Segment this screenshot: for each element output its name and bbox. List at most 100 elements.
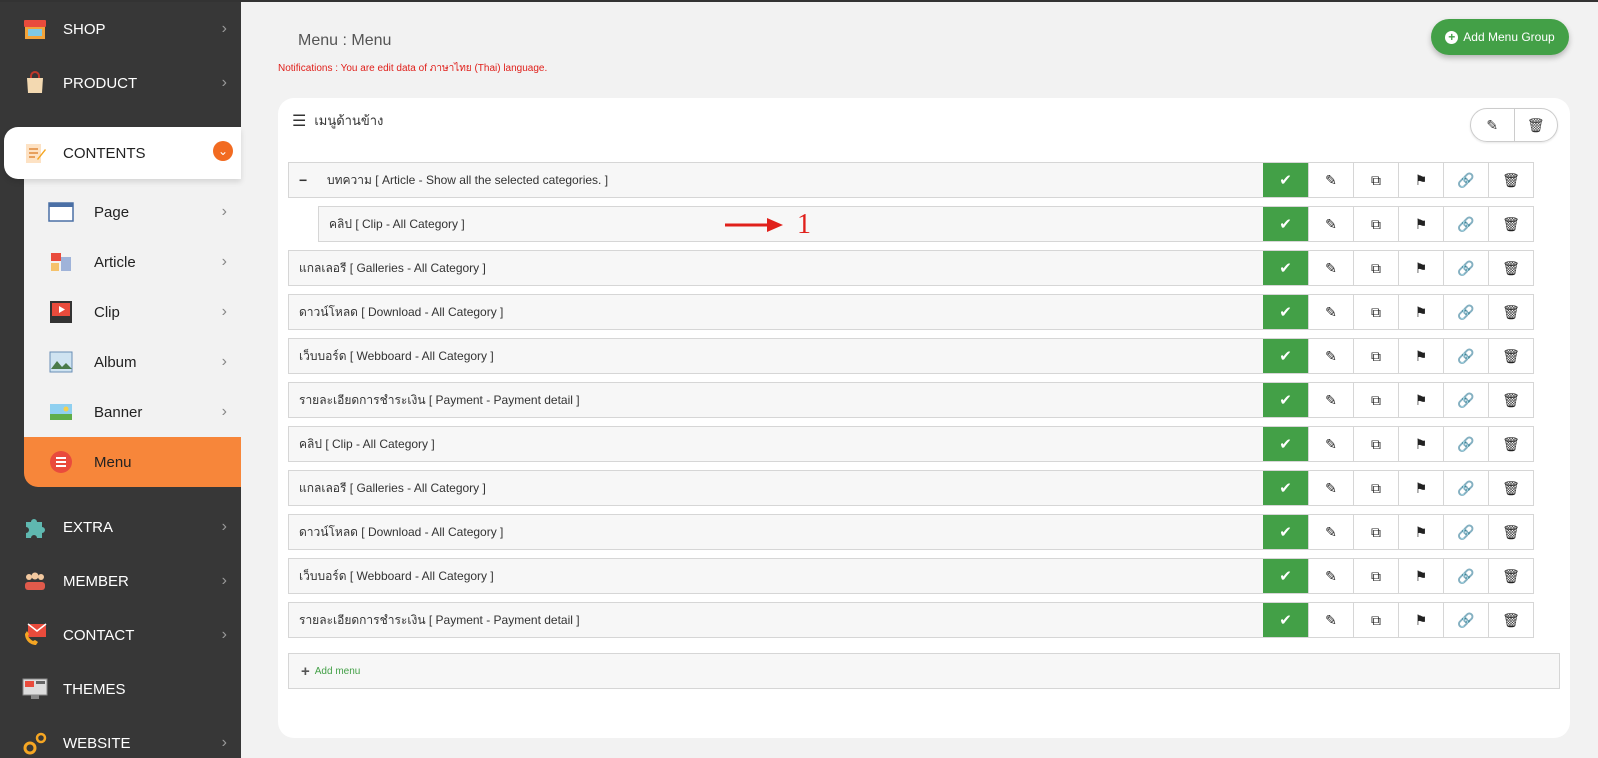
link-icon[interactable]: 🔗 <box>1443 383 1488 417</box>
menu-row[interactable]: รายละเอียดการชำระเงิน [ Payment - Paymen… <box>288 382 1534 418</box>
edit-pencil-icon[interactable]: ✎ <box>1308 339 1353 373</box>
sidebar-item-extra[interactable]: EXTRA › <box>0 500 241 554</box>
trash-icon[interactable]: 🗑 <box>1488 339 1533 373</box>
chevron-down-icon[interactable]: ⌄ <box>213 141 233 161</box>
menu-row[interactable]: คลิป [ Clip - All Category ] ✔ ✎ ⧉ ⚑ 🔗 🗑 <box>288 426 1534 462</box>
sidebar-item-member[interactable]: MEMBER › <box>0 554 241 608</box>
link-icon[interactable]: 🔗 <box>1443 559 1488 593</box>
sidebar-item-clip[interactable]: Clip › <box>24 287 241 337</box>
flag-icon[interactable]: ⚑ <box>1398 427 1443 461</box>
edit-pencil-icon[interactable]: ✎ <box>1308 427 1353 461</box>
link-icon[interactable]: 🔗 <box>1443 339 1488 373</box>
trash-icon[interactable]: 🗑 <box>1488 295 1533 329</box>
flag-icon[interactable]: ⚑ <box>1398 251 1443 285</box>
check-icon[interactable]: ✔ <box>1263 383 1308 417</box>
copy-icon[interactable]: ⧉ <box>1353 383 1398 417</box>
sidebar-item-article[interactable]: Article › <box>24 237 241 287</box>
clip-icon <box>48 300 74 324</box>
check-icon[interactable]: ✔ <box>1263 251 1308 285</box>
copy-icon[interactable]: ⧉ <box>1353 339 1398 373</box>
sidebar-item-website[interactable]: WEBSITE › <box>0 716 241 758</box>
edit-pencil-icon[interactable]: ✎ <box>1308 251 1353 285</box>
link-icon[interactable]: 🔗 <box>1443 603 1488 637</box>
copy-icon[interactable]: ⧉ <box>1353 603 1398 637</box>
flag-icon[interactable]: ⚑ <box>1398 471 1443 505</box>
check-icon[interactable]: ✔ <box>1263 515 1308 549</box>
menu-row[interactable]: เว็บบอร์ด [ Webboard - All Category ] ✔ ✎ ⧉… <box>288 558 1534 594</box>
trash-icon[interactable]: 🗑 <box>1488 427 1533 461</box>
flag-icon[interactable]: ⚑ <box>1398 163 1443 197</box>
sidebar-item-contents[interactable]: CONTENTS ⌄ <box>4 127 241 179</box>
sidebar-item-album[interactable]: Album › <box>24 337 241 387</box>
copy-icon[interactable]: ⧉ <box>1353 427 1398 461</box>
check-icon[interactable]: ✔ <box>1263 339 1308 373</box>
trash-icon[interactable]: 🗑 <box>1513 109 1558 141</box>
edit-pencil-icon[interactable]: ✎ <box>1308 207 1353 241</box>
link-icon[interactable]: 🔗 <box>1443 295 1488 329</box>
edit-pencil-icon[interactable]: ✎ <box>1308 559 1353 593</box>
trash-icon[interactable]: 🗑 <box>1488 163 1533 197</box>
trash-icon[interactable]: 🗑 <box>1488 559 1533 593</box>
sidebar-item-contact[interactable]: CONTACT › <box>0 608 241 662</box>
flag-icon[interactable]: ⚑ <box>1398 383 1443 417</box>
copy-icon[interactable]: ⧉ <box>1353 163 1398 197</box>
flag-icon[interactable]: ⚑ <box>1398 559 1443 593</box>
menu-row[interactable]: ดาวน์โหลด [ Download - All Category ] ✔ ✎ ⧉… <box>288 514 1534 550</box>
menu-row-label: รายละเอียดการชำระเงิน [ Payment - Paymen… <box>299 612 580 627</box>
link-icon[interactable]: 🔗 <box>1443 207 1488 241</box>
edit-pencil-icon[interactable]: ✎ <box>1308 163 1353 197</box>
flag-icon[interactable]: ⚑ <box>1398 295 1443 329</box>
copy-icon[interactable]: ⧉ <box>1353 515 1398 549</box>
menu-row[interactable]: เว็บบอร์ด [ Webboard - All Category ] ✔ ✎ ⧉… <box>288 338 1534 374</box>
check-icon[interactable]: ✔ <box>1263 427 1308 461</box>
copy-icon[interactable]: ⧉ <box>1353 559 1398 593</box>
menu-row[interactable]: แกลเลอรี [ Galleries - All Category ] ✔ ✎ ⧉… <box>288 250 1534 286</box>
copy-icon[interactable]: ⧉ <box>1353 471 1398 505</box>
trash-icon[interactable]: 🗑 <box>1488 471 1533 505</box>
flag-icon[interactable]: ⚑ <box>1398 339 1443 373</box>
menu-row[interactable]: รายละเอียดการชำระเงิน [ Payment - Paymen… <box>288 602 1534 638</box>
check-icon[interactable]: ✔ <box>1263 559 1308 593</box>
link-icon[interactable]: 🔗 <box>1443 163 1488 197</box>
copy-icon[interactable]: ⧉ <box>1353 251 1398 285</box>
sidebar-item-page[interactable]: Page › <box>24 187 241 237</box>
check-icon[interactable]: ✔ <box>1263 207 1308 241</box>
link-icon[interactable]: 🔗 <box>1443 427 1488 461</box>
check-icon[interactable]: ✔ <box>1263 471 1308 505</box>
trash-icon[interactable]: 🗑 <box>1488 251 1533 285</box>
sidebar-item-themes[interactable]: THEMES <box>0 662 241 716</box>
trash-icon[interactable]: 🗑 <box>1488 383 1533 417</box>
trash-icon[interactable]: 🗑 <box>1488 207 1533 241</box>
edit-pencil-icon[interactable]: ✎ <box>1308 295 1353 329</box>
trash-icon[interactable]: 🗑 <box>1488 603 1533 637</box>
check-icon[interactable]: ✔ <box>1263 295 1308 329</box>
sidebar-item-banner[interactable]: Banner › <box>24 387 241 437</box>
menu-row[interactable]: แกลเลอรี [ Galleries - All Category ] ✔ ✎ ⧉… <box>288 470 1534 506</box>
copy-icon[interactable]: ⧉ <box>1353 295 1398 329</box>
flag-icon[interactable]: ⚑ <box>1398 515 1443 549</box>
flag-icon[interactable]: ⚑ <box>1398 207 1443 241</box>
trash-icon[interactable]: 🗑 <box>1488 515 1533 549</box>
sidebar-item-product[interactable]: PRODUCT › <box>0 56 241 110</box>
sidebar-item-menu[interactable]: Menu <box>24 437 241 487</box>
add-menu-group-button[interactable]: + Add Menu Group <box>1431 19 1569 55</box>
flag-icon[interactable]: ⚑ <box>1398 603 1443 637</box>
edit-pencil-icon[interactable]: ✎ <box>1308 383 1353 417</box>
sidebar-item-shop[interactable]: SHOP › <box>0 2 241 56</box>
link-icon[interactable]: 🔗 <box>1443 515 1488 549</box>
link-icon[interactable]: 🔗 <box>1443 251 1488 285</box>
edit-pencil-icon[interactable]: ✎ <box>1308 603 1353 637</box>
edit-pencil-icon[interactable]: ✎ <box>1471 109 1514 141</box>
link-icon[interactable]: 🔗 <box>1443 471 1488 505</box>
copy-icon[interactable]: ⧉ <box>1353 207 1398 241</box>
edit-pencil-icon[interactable]: ✎ <box>1308 515 1353 549</box>
red-arrow-icon <box>725 218 783 232</box>
menu-row[interactable]: คลิป [ Clip - All Category ] ✔ ✎ ⧉ ⚑ 🔗 🗑 <box>318 206 1534 242</box>
add-menu-button[interactable]: + Add menu <box>288 653 1560 689</box>
edit-pencil-icon[interactable]: ✎ <box>1308 471 1353 505</box>
collapse-toggle[interactable]: − <box>299 172 311 188</box>
check-icon[interactable]: ✔ <box>1263 603 1308 637</box>
check-icon[interactable]: ✔ <box>1263 163 1308 197</box>
menu-row[interactable]: ดาวน์โหลด [ Download - All Category ] ✔ ✎ ⧉… <box>288 294 1534 330</box>
menu-row[interactable]: − บทความ [ Article - Show all the selecte… <box>288 162 1534 198</box>
